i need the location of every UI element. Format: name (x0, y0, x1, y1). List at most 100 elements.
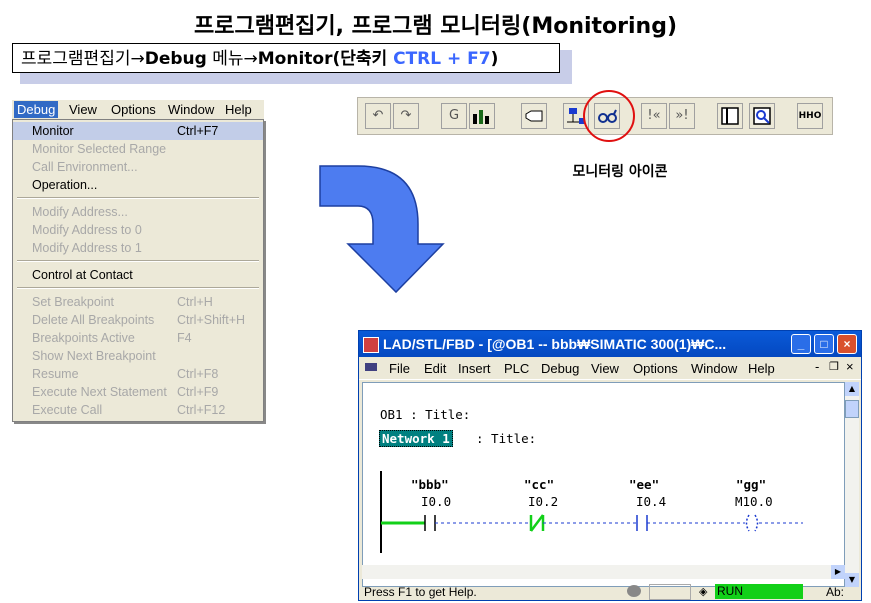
close-button[interactable]: × (837, 334, 857, 354)
monitor-highlight-circle (583, 90, 635, 142)
menu-edit[interactable]: Edit (424, 361, 446, 376)
inner-close-button[interactable]: × (846, 359, 854, 374)
step-last-glyph: »! (675, 108, 689, 123)
undo-icon[interactable]: ↶ (365, 103, 391, 129)
menu-item-delete-all-breakpoints[interactable]: Delete All Breakpoints Ctrl+Shift+H (13, 311, 263, 329)
scroll-up-icon[interactable]: ▲ (845, 382, 859, 396)
window-menubar: File Edit Insert PLC Debug View Options … (359, 357, 861, 380)
inner-minimize-button[interactable]: - (815, 359, 819, 374)
menu-item-execute-next-statement[interactable]: Execute Next Statement Ctrl+F9 (13, 383, 263, 401)
menu-view[interactable]: View (69, 102, 97, 117)
menu-plc[interactable]: PLC (504, 361, 529, 376)
ob-title: OB1 : Title: (380, 407, 471, 422)
open-block-icon[interactable] (521, 103, 547, 129)
menu-separator (17, 287, 259, 289)
network-title: : Title: (476, 431, 537, 446)
inner-restore-button[interactable]: ❐ (829, 360, 839, 373)
instruction-shortcut-close: ) (490, 49, 499, 69)
menu-item-modify-address-1[interactable]: Modify Address to 1 (13, 239, 263, 257)
maximize-button[interactable]: □ (814, 334, 834, 354)
menu-item-label: Control at Contact (32, 268, 133, 282)
menu-item-breakpoints-active[interactable]: Breakpoints Active F4 (13, 329, 263, 347)
menu-separator (17, 260, 259, 262)
debug-dropdown: Monitor Ctrl+F7 Monitor Selected Range Ca… (12, 119, 264, 422)
ladder-editor[interactable]: OB1 : Title: Network 1 : Title: "bbb" I0… (362, 382, 845, 587)
step-first-glyph: !« (647, 108, 661, 123)
instruction-part: 프로그램편집기 (21, 49, 131, 69)
menu-item-shortcut: F4 (177, 331, 192, 345)
curved-arrow-icon (319, 165, 445, 294)
connection-icon (627, 585, 641, 597)
instruction-box: 프로그램편집기→Debug 메뉴→Monitor(단축키 CTRL + F7) (12, 43, 560, 73)
instruction-monitor: Monitor (257, 49, 333, 69)
redo-icon[interactable]: ↷ (393, 103, 419, 129)
menu-debug[interactable]: Debug (14, 101, 59, 118)
menu-item-label: Show Next Breakpoint (32, 349, 156, 363)
instruction-menu: 메뉴 (206, 49, 244, 69)
window-titlebar[interactable]: LAD/STL/FBD - [@OB1 -- bbb₩SIMATIC 300(1… (359, 331, 861, 357)
menu-item-control-at-contact[interactable]: Control at Contact (13, 266, 263, 284)
menu-item-call-environment[interactable]: Call Environment... (13, 158, 263, 176)
overview-icon[interactable]: G (441, 103, 467, 129)
details-icon[interactable] (717, 103, 743, 129)
horizontal-scrollbar[interactable]: ▶ (362, 565, 845, 579)
arrow-glyph: → (243, 49, 258, 69)
ladder-icon[interactable]: HHO (797, 103, 823, 129)
menubar: Debug View Options Window Help (12, 100, 264, 119)
menu-view-lad[interactable]: View (591, 361, 619, 376)
status-bar: Press F1 to get Help. ◈ RUN Ab: (359, 583, 861, 601)
menu-options-lad[interactable]: Options (633, 361, 678, 376)
menu-help-lad[interactable]: Help (748, 361, 775, 376)
menu-item-shortcut: Ctrl+F9 (177, 385, 219, 399)
menu-item-label: Modify Address... (32, 205, 128, 219)
menu-options[interactable]: Options (111, 102, 156, 117)
instruction-debug: Debug (144, 49, 207, 69)
lad-window: LAD/STL/FBD - [@OB1 -- bbb₩SIMATIC 300(1… (358, 330, 862, 601)
menu-file[interactable]: File (389, 361, 410, 376)
overview-glyph: G (448, 108, 460, 123)
step-first-icon[interactable]: !« (641, 103, 667, 129)
step-last-icon[interactable]: »! (669, 103, 695, 129)
menu-item-operation[interactable]: Operation... (13, 176, 263, 194)
status-text: Press F1 to get Help. (364, 585, 477, 599)
network-label[interactable]: Network 1 (379, 430, 453, 447)
toolbar-caption: 모니터링 아이콘 (572, 164, 668, 180)
menu-item-label: Set Breakpoint (32, 295, 114, 309)
window-title: LAD/STL/FBD - [@OB1 -- bbb₩SIMATIC 300(1… (383, 336, 727, 352)
vertical-scrollbar[interactable]: ▲ ▼ (845, 382, 859, 587)
run-status-badge: RUN (715, 584, 803, 599)
menu-item-shortcut: Ctrl+F7 (177, 124, 219, 138)
menu-window-lad[interactable]: Window (691, 361, 737, 376)
scroll-thumb[interactable] (845, 400, 859, 418)
menu-item-monitor[interactable]: Monitor Ctrl+F7 (13, 122, 263, 140)
menu-item-label: Execute Next Statement (32, 385, 167, 399)
menu-item-label: Resume (32, 367, 79, 381)
menu-item-resume[interactable]: Resume Ctrl+F8 (13, 365, 263, 383)
menu-item-label: Modify Address to 0 (32, 223, 142, 237)
menu-item-execute-call[interactable]: Execute Call Ctrl+F12 (13, 401, 263, 419)
menu-item-set-breakpoint[interactable]: Set Breakpoint Ctrl+H (13, 293, 263, 311)
menu-item-monitor-selected-range[interactable]: Monitor Selected Range (13, 140, 263, 158)
page-title: 프로그램편집기, 프로그램 모니터링(Monitoring) (193, 14, 678, 39)
menu-help[interactable]: Help (225, 102, 252, 117)
menu-insert[interactable]: Insert (458, 361, 491, 376)
menu-window[interactable]: Window (168, 102, 214, 117)
minimize-button[interactable]: _ (791, 334, 811, 354)
module-info-icon[interactable] (469, 103, 495, 129)
menu-item-show-next-breakpoint[interactable]: Show Next Breakpoint (13, 347, 263, 365)
ladder-rung (380, 471, 803, 553)
menu-item-label: Monitor Selected Range (32, 142, 167, 156)
abs-mode-label: Ab: (826, 585, 845, 599)
menu-item-modify-address[interactable]: Modify Address... (13, 203, 263, 221)
menu-item-modify-address-0[interactable]: Modify Address to 0 (13, 221, 263, 239)
scroll-right-icon[interactable]: ▶ (831, 565, 845, 579)
plc-status-icon: ◈ (699, 586, 708, 598)
menu-item-label: Execute Call (32, 403, 103, 417)
menu-item-shortcut: Ctrl+Shift+H (177, 313, 246, 327)
menu-item-label: Breakpoints Active (32, 331, 135, 345)
instruction-shortcut-open: (단축키 (332, 49, 394, 69)
reference-icon[interactable] (749, 103, 775, 129)
menu-separator (17, 197, 259, 199)
menu-debug-lad[interactable]: Debug (541, 361, 579, 376)
menu-item-label: Monitor (32, 124, 74, 138)
